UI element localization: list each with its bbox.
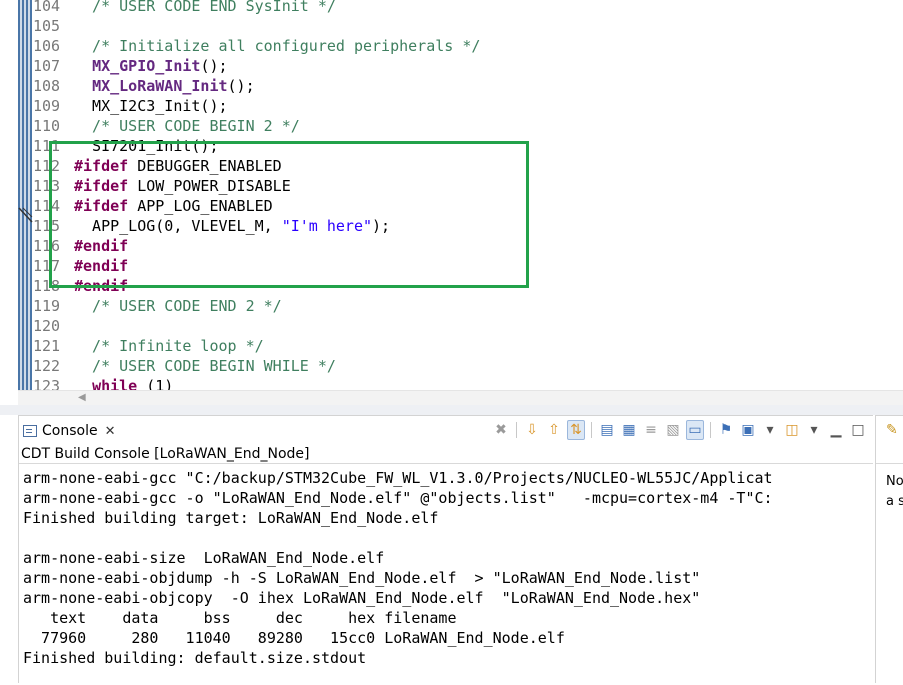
line-number: 109: [33, 97, 61, 115]
console-line: Finished building target: LoRaWAN_End_No…: [23, 509, 439, 527]
toolbar-separator: [516, 422, 517, 438]
toolbar-separator: [591, 422, 592, 438]
code-token: while: [92, 377, 138, 390]
clear-console-icon[interactable]: ✖: [492, 420, 510, 440]
console-icon: [23, 425, 37, 437]
code-text: MX_GPIO_Init();: [74, 56, 228, 76]
pin-console-icon[interactable]: ⚑: [717, 420, 735, 440]
toolbar-separator: [710, 422, 711, 438]
line-number: 104: [33, 0, 61, 15]
console-tab-bar: Console ✕ ✖ ⇩ ⇧ ⇅ ▤ ▦ ≡ ▧ ▭ ⚑ ▣ ▾ ◫ ▾ ▁ □: [19, 416, 873, 444]
panel-divider: [0, 405, 903, 415]
new-console-icon[interactable]: ◫: [783, 420, 801, 440]
new-console-dropdown-icon[interactable]: ▾: [805, 420, 823, 440]
console-line: arm-none-eabi-gcc "C:/backup/STM32Cube_F…: [23, 469, 773, 487]
maximize-icon[interactable]: □: [849, 420, 867, 440]
code-text: while (1): [74, 376, 173, 390]
close-icon[interactable]: ✕: [105, 424, 116, 439]
code-token: /* USER CODE BEGIN WHILE */: [74, 357, 336, 375]
code-token: MX_LoRaWAN_Init: [92, 77, 228, 95]
tab-console-label: Console: [42, 423, 98, 439]
console-line: arm-none-eabi-objdump -h -S LoRaWAN_End_…: [23, 569, 701, 587]
wrap-icon[interactable]: ≡: [642, 420, 660, 440]
right-side-panel: ✎ No a s: [875, 415, 903, 683]
code-text: /* Initialize all configured peripherals…: [74, 36, 480, 56]
properties-pin-icon[interactable]: ✎: [886, 422, 898, 438]
line-number: 110: [33, 117, 61, 135]
code-token: (1): [137, 377, 174, 390]
editor-horizontal-scrollbar[interactable]: ◀: [18, 390, 903, 406]
code-text: /* Infinite loop */: [74, 336, 264, 356]
console-toolbar: ✖ ⇩ ⇧ ⇅ ▤ ▦ ≡ ▧ ▭ ⚑ ▣ ▾ ◫ ▾ ▁ □: [492, 419, 867, 441]
code-text: MX_I2C3_Init();: [74, 96, 228, 116]
line-number: 121: [33, 337, 61, 355]
line-number: 123: [33, 377, 61, 390]
scroll-left-arrow-icon[interactable]: ◀: [78, 392, 86, 403]
display-console-dropdown-icon[interactable]: ▾: [761, 420, 779, 440]
console-line: arm-none-eabi-gcc -o "LoRaWAN_End_Node.e…: [23, 489, 773, 507]
code-token: /* Infinite loop */: [74, 337, 264, 355]
scroll-lock-icon[interactable]: ⇅: [567, 420, 585, 440]
line-number: 106: [33, 37, 61, 55]
code-token: /* USER CODE END 2 */: [74, 297, 282, 315]
code-text: /* USER CODE BEGIN 2 */: [74, 116, 300, 136]
code-token: MX_GPIO_Init: [92, 57, 201, 75]
minimize-icon[interactable]: ▁: [827, 420, 845, 440]
console-line: Finished building: default.size.stdout: [23, 649, 367, 667]
scroll-up-icon[interactable]: ⇧: [545, 420, 563, 440]
right-panel-divider: [876, 463, 903, 464]
console-line: text data bss dec hex filename: [23, 609, 457, 627]
code-text: /* USER CODE END SysInit */: [74, 0, 336, 16]
save-log-icon[interactable]: ▦: [620, 420, 638, 440]
console-line: arm-none-eabi-size LoRaWAN_End_Node.elf: [23, 549, 385, 567]
line-number: 120: [33, 317, 61, 335]
right-panel-text-2: a s: [886, 494, 903, 509]
pin-log-icon[interactable]: ▧: [664, 420, 682, 440]
line-number: 119: [33, 297, 61, 315]
console-view: Console ✕ ✖ ⇩ ⇧ ⇅ ▤ ▦ ≡ ▧ ▭ ⚑ ▣ ▾ ◫ ▾ ▁ □ CDT Build Con…: [18, 415, 873, 683]
line-number: 122: [33, 357, 61, 375]
line-number: 105: [33, 17, 61, 35]
right-panel-text-1: No: [886, 474, 903, 489]
line-number: 107: [33, 57, 61, 75]
display-console-icon[interactable]: ▣: [739, 420, 757, 440]
scroll-down-icon[interactable]: ⇩: [523, 420, 541, 440]
line-number: 108: [33, 77, 61, 95]
copy-build-log-icon[interactable]: ▤: [598, 420, 616, 440]
console-line: arm-none-eabi-objcopy -O ihex LoRaWAN_En…: [23, 589, 701, 607]
code-token: /* USER CODE BEGIN 2 */: [74, 117, 300, 135]
word-wrap-icon[interactable]: ▭: [686, 420, 704, 440]
code-text: /* USER CODE BEGIN WHILE */: [74, 356, 336, 376]
quick-diff-marker-icon: [18, 207, 33, 223]
console-output[interactable]: arm-none-eabi-gcc "C:/backup/STM32Cube_F…: [19, 463, 873, 685]
code-text: /* USER CODE END 2 */: [74, 296, 282, 316]
console-line: 77960 280 11040 89280 15cc0 LoRaWAN_End_…: [23, 629, 565, 647]
code-text: MX_LoRaWAN_Init();: [74, 76, 255, 96]
code-editor[interactable]: 104 /* USER CODE END SysInit */ 105 106 /*…: [0, 0, 903, 390]
code-token: /* Initialize all configured peripherals…: [74, 37, 481, 55]
highlight-annotation-box: [49, 141, 529, 288]
code-token: /* USER CODE END SysInit */: [74, 0, 336, 15]
code-token: MX_I2C3_Init();: [74, 97, 228, 115]
code-token: ();: [227, 77, 255, 95]
code-token: ();: [200, 57, 228, 75]
editor-left-ruler: [18, 0, 32, 390]
console-title: CDT Build Console [LoRaWAN_End_Node]: [21, 446, 310, 462]
tab-console[interactable]: Console ✕: [23, 420, 115, 442]
